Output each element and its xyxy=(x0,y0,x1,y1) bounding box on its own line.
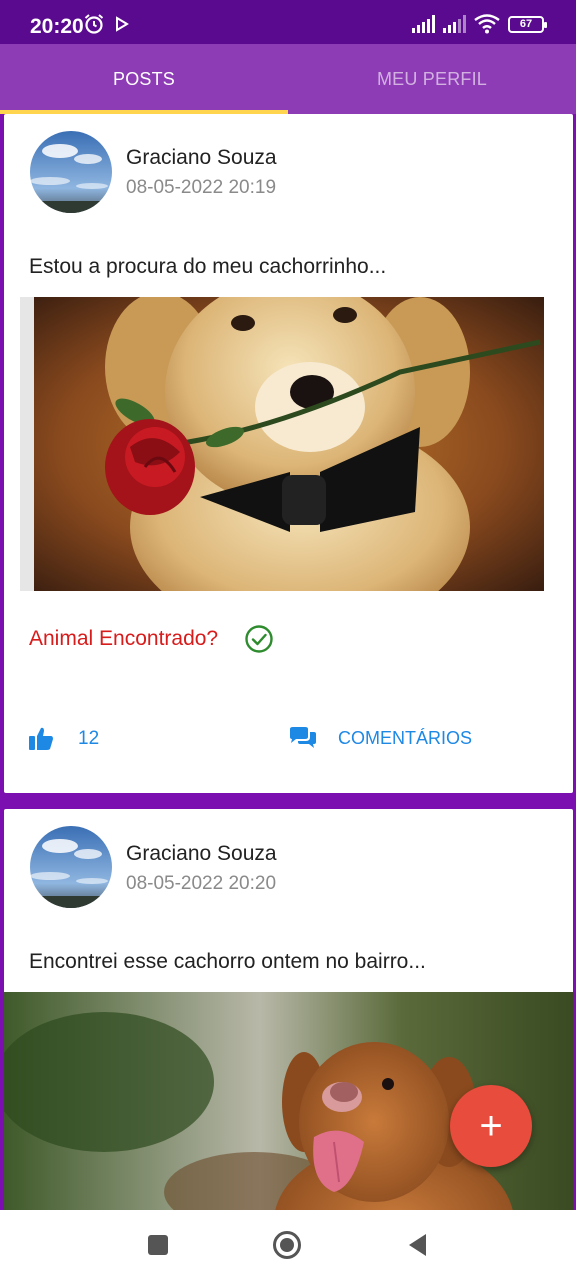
post-image[interactable] xyxy=(20,297,544,591)
comments-label: COMENTÁRIOS xyxy=(338,727,473,748)
home-button[interactable] xyxy=(272,1230,302,1260)
signal-icon xyxy=(443,15,466,33)
add-post-button[interactable]: + xyxy=(450,1085,532,1167)
alarm-icon xyxy=(84,14,104,34)
thumbs-up-icon xyxy=(29,727,53,750)
posts-feed[interactable]: Graciano Souza 08-05-2022 20:19 Estou a … xyxy=(0,114,576,1210)
play-icon xyxy=(116,16,129,32)
battery-level: 67 xyxy=(519,18,533,30)
status-left-icons xyxy=(83,13,129,35)
comments-icon xyxy=(290,727,316,748)
post-text: Encontrei esse cachorro ontem no bairro.… xyxy=(29,950,426,973)
signal-icon xyxy=(412,15,435,33)
back-button[interactable] xyxy=(403,1230,433,1260)
battery-icon: 67 xyxy=(508,15,547,33)
triangle-back-icon xyxy=(409,1234,426,1256)
plus-icon: + xyxy=(479,1103,503,1148)
post-actions: 12 COMENTÁRIOS xyxy=(28,726,558,762)
found-row: Animal Encontrado? xyxy=(29,624,274,654)
system-navigation-bar xyxy=(0,1210,576,1280)
post-author: Graciano Souza xyxy=(126,146,277,169)
like-button[interactable]: 12 xyxy=(28,726,99,752)
check-circle-icon[interactable] xyxy=(244,624,274,654)
status-right-icons: 67 xyxy=(412,14,547,34)
status-bar: 20:20 67 xyxy=(0,0,576,44)
tab-bar: POSTS MEU PERFIL xyxy=(0,44,576,114)
comments-button[interactable]: COMENTÁRIOS xyxy=(288,726,472,750)
post-date: 08-05-2022 20:20 xyxy=(126,873,277,894)
tab-posts[interactable]: POSTS xyxy=(0,44,288,114)
post-text: Estou a procura do meu cachorrinho... xyxy=(29,255,387,278)
avatar[interactable] xyxy=(30,131,112,213)
wifi-icon xyxy=(474,14,500,34)
like-count: 12 xyxy=(78,728,100,749)
square-icon xyxy=(148,1235,168,1255)
recent-apps-button[interactable] xyxy=(143,1230,173,1260)
post-card: Graciano Souza 08-05-2022 20:19 Estou a … xyxy=(4,114,573,793)
circle-home-icon xyxy=(273,1231,301,1259)
tab-meu-perfil[interactable]: MEU PERFIL xyxy=(288,44,576,114)
status-time: 20:20 xyxy=(30,15,84,38)
post-date: 08-05-2022 20:19 xyxy=(126,177,277,198)
avatar[interactable] xyxy=(30,826,112,908)
post-author: Graciano Souza xyxy=(126,842,277,865)
found-label: Animal Encontrado? xyxy=(29,627,219,650)
